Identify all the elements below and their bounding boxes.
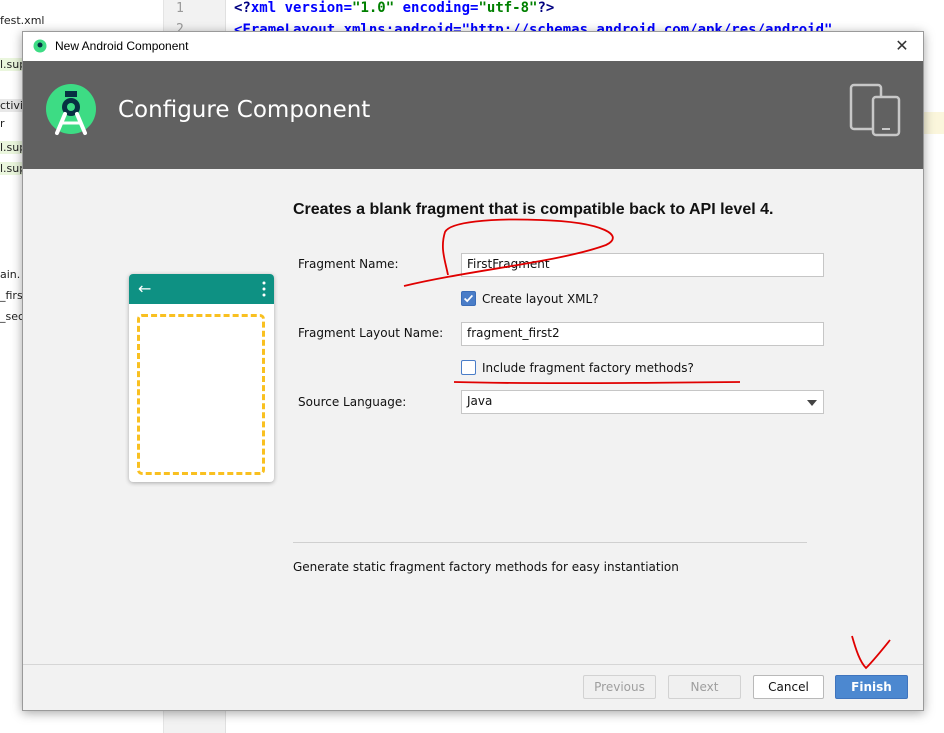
separator (293, 542, 807, 543)
source-language-label: Source Language: (298, 395, 407, 409)
tree-item-manifest[interactable]: fest.xml (0, 14, 44, 27)
help-text: Generate static fragment factory methods… (293, 560, 679, 574)
factory-methods-checkbox[interactable] (461, 360, 476, 375)
component-description: Creates a blank fragment that is compati… (293, 201, 774, 218)
dialog-titlebar: New Android Component ✕ (23, 32, 923, 61)
close-button[interactable]: ✕ (891, 35, 913, 57)
tree-item-main[interactable]: ain. (0, 268, 20, 281)
android-studio-icon (33, 39, 47, 53)
line-number: 1 (176, 1, 184, 16)
next-button[interactable]: Next (668, 675, 741, 699)
xml-tag-name: xml (250, 0, 277, 16)
android-studio-logo-icon (46, 84, 96, 135)
code-line-xml-declaration[interactable]: <?xml version="1.0" encoding="utf-8"?> (234, 0, 554, 16)
tree-item[interactable]: r (0, 117, 5, 130)
xml-value: "utf-8" (478, 0, 538, 16)
layout-name-label: Fragment Layout Name: (298, 326, 444, 340)
xml-value: "1.0" (352, 0, 395, 16)
fragment-preview: ← (129, 274, 274, 482)
factory-methods-label: Include fragment factory methods? (482, 361, 694, 375)
footer-divider (23, 664, 923, 665)
source-language-value: Java (467, 394, 493, 408)
devices-icon (849, 83, 901, 137)
preview-fragment-area (137, 314, 265, 475)
fragment-name-input[interactable]: FirstFragment (461, 253, 824, 277)
layout-name-input[interactable]: fragment_first2 (461, 322, 824, 346)
header-banner: Configure Component (23, 61, 923, 169)
fragment-name-label: Fragment Name: (298, 257, 399, 271)
xml-close: ?> (537, 0, 555, 16)
preview-app-bar: ← (129, 274, 274, 304)
previous-button[interactable]: Previous (583, 675, 656, 699)
new-android-component-dialog: New Android Component ✕ Configure Compon… (22, 31, 924, 711)
xml-attr: encoding= (394, 0, 479, 16)
cancel-button[interactable]: Cancel (753, 675, 824, 699)
dialog-title: New Android Component (55, 39, 189, 53)
create-layout-checkbox[interactable] (461, 291, 476, 306)
tree-item-activity[interactable]: ctivi (0, 99, 24, 112)
overflow-menu-icon (262, 281, 266, 297)
editor-highlight (924, 112, 944, 134)
dropdown-arrow-icon (807, 400, 817, 406)
xml-open: <? (234, 0, 251, 16)
page-title: Configure Component (118, 97, 371, 123)
xml-attr: version= (276, 0, 353, 16)
create-layout-label: Create layout XML? (482, 292, 599, 306)
finish-button[interactable]: Finish (835, 675, 908, 699)
source-language-select[interactable]: Java (461, 390, 824, 414)
back-arrow-icon: ← (138, 279, 152, 298)
